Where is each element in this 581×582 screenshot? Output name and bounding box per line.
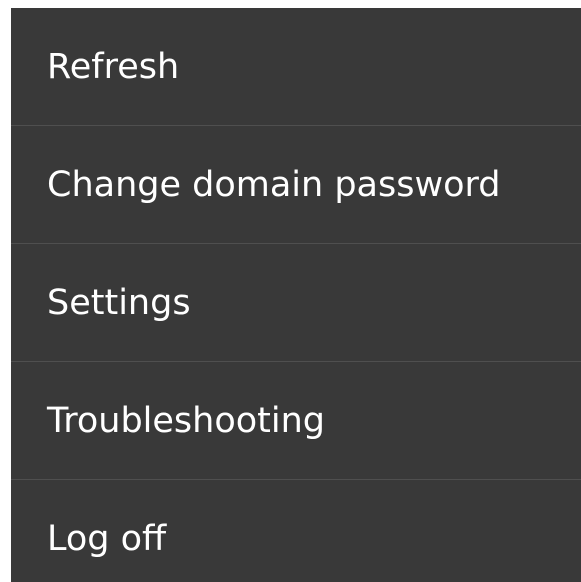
menu-item-change-domain-password[interactable]: Change domain password <box>11 126 581 244</box>
menu-item-troubleshooting[interactable]: Troubleshooting <box>11 362 581 480</box>
menu-item-label: Settings <box>47 282 191 323</box>
menu-item-label: Log off <box>47 519 167 559</box>
menu-item-label: Refresh <box>47 46 180 87</box>
menu-item-log-off[interactable]: Log off <box>11 480 581 582</box>
menu-item-label: Troubleshooting <box>47 400 326 441</box>
menu-item-refresh[interactable]: Refresh <box>11 8 581 126</box>
menu-item-settings[interactable]: Settings <box>11 244 581 362</box>
overflow-menu: Refresh Change domain password Settings … <box>11 8 581 582</box>
menu-item-label: Change domain password <box>47 164 501 205</box>
